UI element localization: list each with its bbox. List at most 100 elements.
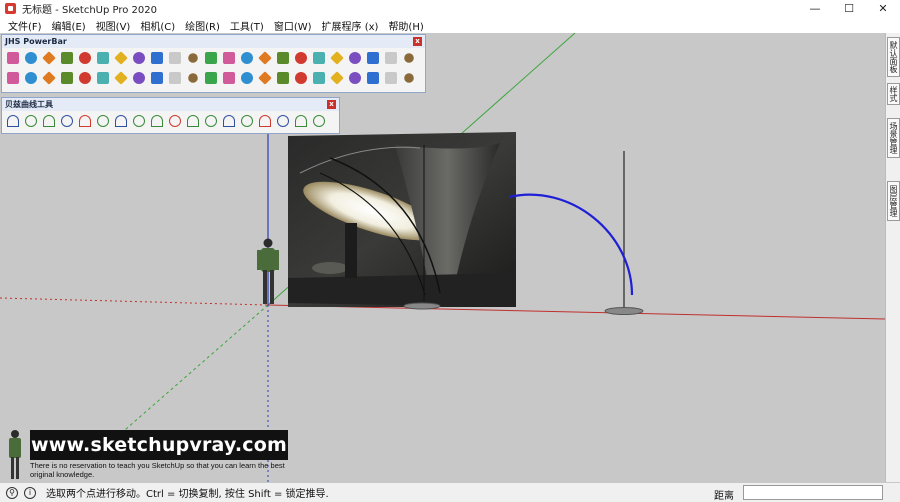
bezier-tool-5-icon[interactable] — [76, 112, 94, 130]
menu-extensions[interactable]: 扩展程序 (x) — [317, 18, 384, 33]
jhs-row2-tool-3-icon[interactable] — [40, 69, 58, 87]
jhs-row1-tool-8-icon[interactable] — [130, 49, 148, 67]
bezier-tool-15-icon[interactable] — [256, 112, 274, 130]
bezier-curve[interactable] — [508, 193, 634, 296]
jhs-row2-tool-19-icon[interactable] — [328, 69, 346, 87]
jhs-powerbar-header[interactable]: JHS PowerBar x — [2, 35, 425, 48]
jhs-row1-tool-4-icon[interactable] — [58, 49, 76, 67]
jhs-row2-tool-9-icon[interactable] — [148, 69, 166, 87]
tray-tab-scenes[interactable]: 场景管理 — [887, 118, 900, 158]
menu-window[interactable]: 窗口(W) — [269, 18, 317, 33]
jhs-row2-tool-11-icon[interactable] — [184, 69, 202, 87]
jhs-row1-tool-20-icon[interactable] — [346, 49, 364, 67]
bezier-tool-18-icon[interactable] — [310, 112, 328, 130]
jhs-row2-tool-16-icon[interactable] — [274, 69, 292, 87]
bezier-tool-16-icon[interactable] — [274, 112, 292, 130]
bezier-tool-8-icon[interactable] — [130, 112, 148, 130]
bezier-tool-3-icon[interactable] — [40, 112, 58, 130]
jhs-row2-tool-17-icon[interactable] — [292, 69, 310, 87]
jhs-row2-tool-20-icon[interactable] — [346, 69, 364, 87]
bezier-toolbar-title: 贝兹曲线工具 — [5, 100, 53, 109]
menu-tools[interactable]: 工具(T) — [225, 18, 269, 33]
jhs-row2-tool-14-icon[interactable] — [238, 69, 256, 87]
bezier-tool-14-icon[interactable] — [238, 112, 256, 130]
jhs-row2-tool-21-icon[interactable] — [364, 69, 382, 87]
title-bar: 无标题 - SketchUp Pro 2020 — ☐ ✕ — [0, 0, 900, 17]
jhs-powerbar-toolbar[interactable]: JHS PowerBar x — [1, 34, 426, 93]
menu-view[interactable]: 视图(V) — [91, 18, 136, 33]
jhs-row1-tool-10-icon[interactable] — [166, 49, 184, 67]
jhs-row1-tool-21-icon[interactable] — [364, 49, 382, 67]
jhs-row1-tool-18-icon[interactable] — [310, 49, 328, 67]
jhs-row1-tool-14-icon[interactable] — [238, 49, 256, 67]
bezier-tool-9-icon[interactable] — [148, 112, 166, 130]
jhs-row1-tool-22-icon[interactable] — [382, 49, 400, 67]
location-icon[interactable]: ⚲ — [6, 486, 18, 499]
bezier-tool-11-icon[interactable] — [184, 112, 202, 130]
sketchup-logo-icon — [5, 3, 16, 14]
jhs-row1-tool-12-icon[interactable] — [202, 49, 220, 67]
jhs-row2-tool-8-icon[interactable] — [130, 69, 148, 87]
tray-tab-default[interactable]: 默认面板 — [887, 37, 900, 77]
jhs-row2-tool-10-icon[interactable] — [166, 69, 184, 87]
bezier-tool-10-icon[interactable] — [166, 112, 184, 130]
jhs-row2-tool-7-icon[interactable] — [112, 69, 130, 87]
jhs-row1-tool-1-icon[interactable] — [4, 49, 22, 67]
bezier-tool-12-icon[interactable] — [202, 112, 220, 130]
menu-camera[interactable]: 相机(C) — [135, 18, 180, 33]
jhs-row2-tool-6-icon[interactable] — [94, 69, 112, 87]
info-icon[interactable]: i — [24, 486, 36, 499]
bezier-toolbar-header[interactable]: 贝兹曲线工具 x — [2, 98, 339, 111]
tray-tab-layers[interactable]: 图层管理 — [887, 181, 900, 221]
jhs-row2-tool-1-icon[interactable] — [4, 69, 22, 87]
jhs-row2-tool-2-icon[interactable] — [22, 69, 40, 87]
close-button[interactable]: ✕ — [866, 0, 900, 17]
menu-file[interactable]: 文件(F) — [3, 18, 47, 33]
jhs-row1-tool-11-icon[interactable] — [184, 49, 202, 67]
jhs-row1-tool-2-icon[interactable] — [22, 49, 40, 67]
red-axis-dashed — [0, 297, 269, 306]
jhs-row2-tool-4-icon[interactable] — [58, 69, 76, 87]
jhs-row2-tool-13-icon[interactable] — [220, 69, 238, 87]
measurement-input[interactable] — [743, 485, 883, 500]
maximize-button[interactable]: ☐ — [832, 0, 866, 17]
jhs-row1-tool-6-icon[interactable] — [94, 49, 112, 67]
jhs-row1-tool-3-icon[interactable] — [40, 49, 58, 67]
jhs-row1-tool-13-icon[interactable] — [220, 49, 238, 67]
bezier-tool-7-icon[interactable] — [112, 112, 130, 130]
jhs-row1-tool-9-icon[interactable] — [148, 49, 166, 67]
jhs-row1-tool-17-icon[interactable] — [292, 49, 310, 67]
render-image-plane[interactable] — [288, 132, 516, 307]
jhs-row1-tool-7-icon[interactable] — [112, 49, 130, 67]
jhs-powerbar-close-button[interactable]: x — [413, 37, 422, 46]
jhs-row2-tool-23-icon[interactable] — [400, 69, 418, 87]
menu-edit[interactable]: 编辑(E) — [47, 18, 91, 33]
jhs-row2-tool-15-icon[interactable] — [256, 69, 274, 87]
tray-tab-styles[interactable]: 样式 — [887, 83, 900, 105]
watermark-tagline: There is no reservation to teach you Ske… — [30, 461, 285, 479]
bezier-tool-6-icon[interactable] — [94, 112, 112, 130]
minimize-button[interactable]: — — [798, 0, 832, 17]
jhs-row2-tool-18-icon[interactable] — [310, 69, 328, 87]
menu-help[interactable]: 帮助(H) — [383, 18, 428, 33]
bezier-toolbar-close-button[interactable]: x — [327, 100, 336, 109]
bezier-tool-4-icon[interactable] — [58, 112, 76, 130]
jhs-row1-tool-5-icon[interactable] — [76, 49, 94, 67]
jhs-powerbar-title: JHS PowerBar — [5, 37, 67, 46]
jhs-row2-tool-12-icon[interactable] — [202, 69, 220, 87]
bezier-tool-2-icon[interactable] — [22, 112, 40, 130]
jhs-row2-tool-22-icon[interactable] — [382, 69, 400, 87]
jhs-row1-tool-23-icon[interactable] — [400, 49, 418, 67]
jhs-row1-tool-19-icon[interactable] — [328, 49, 346, 67]
bezier-curve-toolbar[interactable]: 贝兹曲线工具 x — [1, 97, 340, 134]
jhs-powerbar-row-2 — [2, 68, 425, 88]
bezier-tool-13-icon[interactable] — [220, 112, 238, 130]
menu-draw[interactable]: 绘图(R) — [180, 18, 225, 33]
jhs-row2-tool-5-icon[interactable] — [76, 69, 94, 87]
bezier-toolbar-row — [2, 111, 339, 131]
bezier-tool-1-icon[interactable] — [4, 112, 22, 130]
column-base-right — [604, 307, 644, 315]
jhs-row1-tool-16-icon[interactable] — [274, 49, 292, 67]
bezier-tool-17-icon[interactable] — [292, 112, 310, 130]
jhs-row1-tool-15-icon[interactable] — [256, 49, 274, 67]
